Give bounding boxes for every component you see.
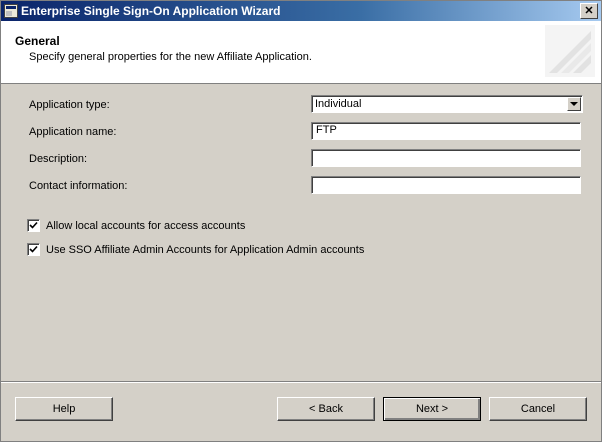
checkmark-icon (29, 221, 38, 229)
page-title: General (15, 34, 60, 48)
contact-information-input[interactable] (311, 176, 581, 194)
cancel-button[interactable]: Cancel (489, 397, 587, 421)
next-button[interactable]: Next > (383, 397, 481, 421)
wizard-banner-icon (545, 25, 595, 77)
use-sso-affiliate-admin-checkbox[interactable] (27, 243, 40, 256)
wizard-window-icon (4, 4, 18, 18)
use-sso-affiliate-admin-label[interactable]: Use SSO Affiliate Admin Accounts for App… (46, 244, 364, 256)
application-type-select[interactable]: Individual (311, 95, 583, 113)
application-type-label: Application type: (29, 99, 110, 111)
allow-local-accounts-checkbox[interactable] (27, 219, 40, 232)
description-label: Description: (29, 153, 88, 165)
dropdown-button[interactable] (567, 97, 581, 111)
close-icon: ✕ (584, 5, 594, 17)
description-input[interactable] (311, 149, 581, 167)
close-button[interactable]: ✕ (580, 3, 598, 19)
checkmark-icon (29, 245, 38, 253)
window-title: Enterprise Single Sign-On Application Wi… (21, 4, 281, 18)
application-name-label: Application name: (29, 126, 117, 138)
title-bar[interactable]: Enterprise Single Sign-On Application Wi… (1, 1, 601, 21)
application-name-input[interactable]: FTP (311, 122, 581, 140)
help-button[interactable]: Help (15, 397, 113, 421)
chevron-down-icon (570, 102, 578, 106)
allow-local-accounts-label[interactable]: Allow local accounts for access accounts (46, 220, 245, 232)
application-type-value: Individual (315, 98, 362, 110)
wizard-header: General Specify general properties for t… (1, 21, 601, 84)
footer-divider-highlight (1, 382, 601, 383)
page-subtitle: Specify general properties for the new A… (29, 51, 312, 63)
wizard-window: Enterprise Single Sign-On Application Wi… (0, 0, 602, 442)
back-button[interactable]: < Back (277, 397, 375, 421)
contact-information-label: Contact information: (29, 180, 128, 192)
